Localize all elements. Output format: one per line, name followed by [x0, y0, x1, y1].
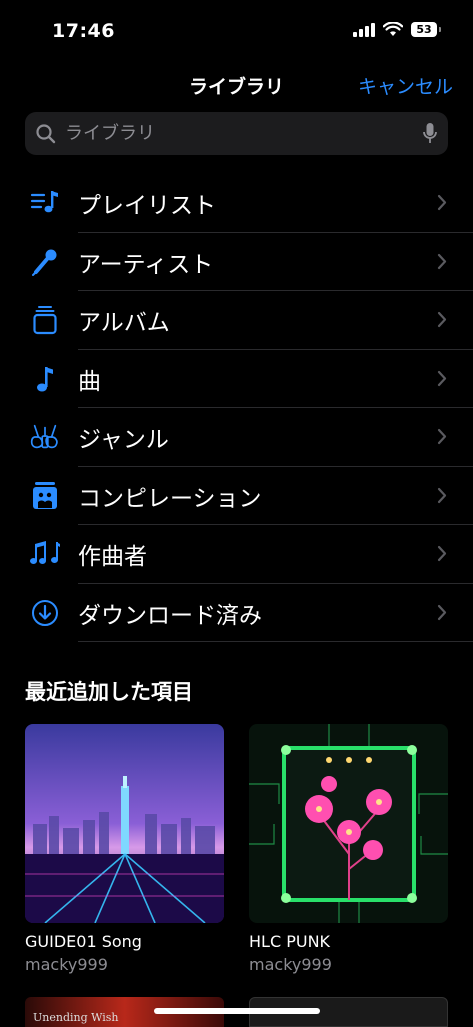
chevron-right-icon	[437, 370, 447, 386]
album-card-hlc-punk[interactable]: HLC PUNK macky999	[249, 724, 448, 974]
library-menu: プレイリスト アーティスト アルバム 曲 ジャンル コンピレーション 作曲者 ダ…	[0, 174, 473, 642]
chevron-right-icon	[437, 194, 447, 211]
album-artwork-title: Unending Wish	[33, 1011, 119, 1024]
album-artwork[interactable]	[25, 724, 224, 923]
menu-item-label: 曲	[78, 368, 101, 395]
chevron-right-icon	[437, 545, 447, 562]
menu-item-label: プレイリスト	[78, 193, 216, 220]
menu-item-compilations[interactable]: コンピレーション	[0, 467, 473, 525]
chevron-right-icon	[437, 487, 447, 503]
menu-item-label: アーティスト	[78, 251, 214, 278]
menu-item-label: 作曲者	[78, 544, 147, 571]
album-stack-icon	[29, 305, 61, 335]
download-circle-icon	[29, 598, 61, 628]
recently-added-heading: 最近追加した項目	[25, 680, 193, 704]
microphone-dictation-icon[interactable]	[422, 122, 438, 146]
home-indicator[interactable]	[154, 1008, 320, 1014]
menu-item-label: コンピレーション	[78, 485, 262, 512]
menu-item-downloaded[interactable]: ダウンロード済み	[0, 584, 473, 642]
chevron-right-icon	[437, 428, 447, 445]
album-title: GUIDE01 Song	[25, 932, 142, 951]
menu-item-songs[interactable]: 曲	[0, 350, 473, 408]
status-icons: 53	[353, 22, 441, 37]
cancel-button[interactable]: キャンセル	[358, 72, 453, 99]
battery-indicator: 53	[411, 22, 441, 37]
status-bar: 17:46 53	[0, 0, 473, 60]
menu-item-albums[interactable]: アルバム	[0, 291, 473, 350]
menu-item-artists[interactable]: アーティスト	[0, 233, 473, 291]
menu-item-label: ダウンロード済み	[78, 602, 262, 629]
music-note-icon	[29, 364, 61, 394]
search-input[interactable]	[63, 122, 422, 145]
signal-icon	[353, 22, 375, 37]
status-time: 17:46	[52, 20, 115, 42]
album-artwork[interactable]	[249, 724, 448, 923]
search-bar[interactable]	[25, 112, 448, 155]
chevron-right-icon	[437, 604, 447, 620]
search-icon	[36, 123, 56, 143]
microphone-icon	[29, 247, 61, 277]
battery-level: 53	[416, 23, 432, 36]
chevron-right-icon	[437, 311, 447, 328]
album-card-guide01-song[interactable]: GUIDE01 Song macky999	[25, 724, 224, 974]
album-artist: macky999	[25, 955, 108, 974]
guitars-icon	[29, 422, 61, 452]
compilation-icon	[29, 481, 61, 511]
menu-item-playlists[interactable]: プレイリスト	[0, 174, 473, 233]
menu-item-label: アルバム	[78, 310, 170, 337]
menu-item-label: ジャンル	[78, 427, 169, 454]
chevron-right-icon	[437, 253, 447, 269]
divider	[78, 641, 473, 642]
composer-notes-icon	[29, 539, 61, 569]
album-title: HLC PUNK	[249, 932, 331, 951]
playlist-icon	[29, 188, 61, 218]
menu-item-genres[interactable]: ジャンル	[0, 408, 473, 467]
menu-item-composers[interactable]: 作曲者	[0, 525, 473, 584]
wifi-icon	[383, 22, 403, 36]
album-artist: macky999	[249, 955, 332, 974]
